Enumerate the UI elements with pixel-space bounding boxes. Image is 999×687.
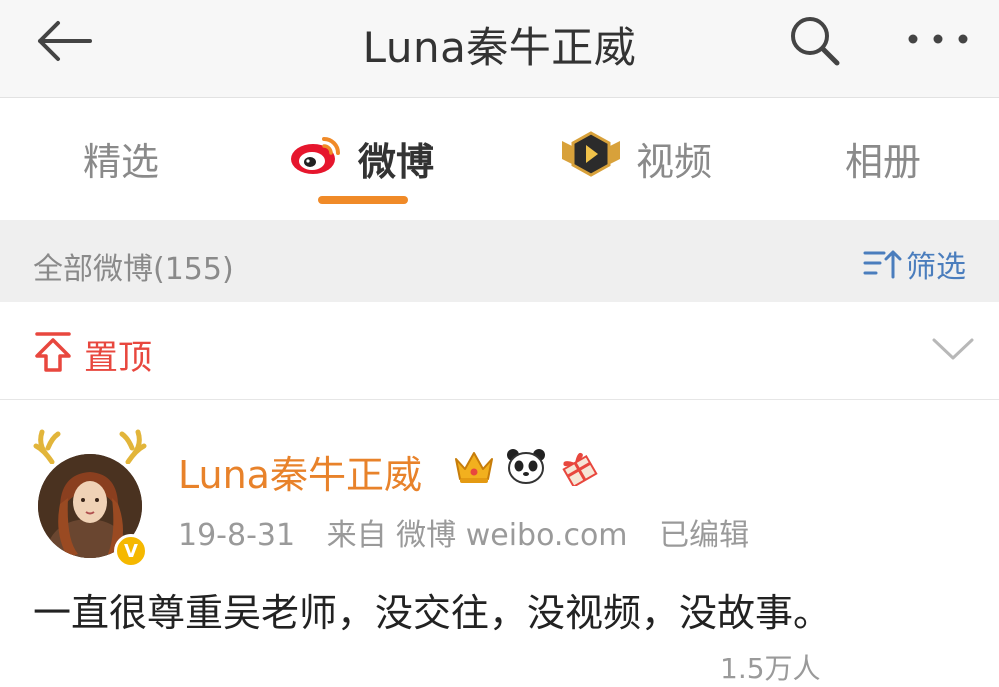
sort-filter-icon <box>863 250 902 279</box>
tab-label: 视频 <box>636 139 713 184</box>
pinned-label: 置顶 <box>84 338 152 378</box>
tab-label: 相册 <box>845 139 922 184</box>
tab-label: 微博 <box>358 139 435 184</box>
filter-bar: 全部微博(155) 筛选 <box>0 220 999 302</box>
tab-video[interactable]: 视频 <box>560 128 712 188</box>
author-name[interactable]: Luna秦牛正威 <box>178 444 422 499</box>
top-navbar: Luna秦牛正威 <box>0 0 999 98</box>
avatar-container[interactable]: V <box>30 424 150 568</box>
active-tab-indicator <box>318 196 408 204</box>
post-source[interactable]: 来自 微博 weibo.com <box>327 518 628 553</box>
post-count-label: 全部微博(155) <box>33 252 234 287</box>
tab-weibo[interactable]: 微博 <box>288 128 434 188</box>
weibo-logo-icon <box>288 131 344 186</box>
search-icon[interactable] <box>785 12 847 68</box>
tab-album[interactable]: 相册 <box>845 128 921 188</box>
weibo-post: V Luna秦牛正威 19-8-31 来自 微博 weibo.com 已编辑 一… <box>0 402 999 685</box>
page-title: Luna秦牛正威 <box>362 23 637 72</box>
gift-icon[interactable] <box>556 444 600 488</box>
more-icon[interactable] <box>903 14 973 64</box>
pin-top-icon <box>33 330 73 374</box>
panda-icon[interactable] <box>504 444 548 488</box>
user-badges <box>452 444 600 488</box>
video-badge-icon <box>560 129 622 188</box>
edited-label[interactable]: 已编辑 <box>659 518 749 553</box>
tab-featured[interactable]: 精选 <box>83 128 159 188</box>
chevron-down-icon[interactable] <box>930 334 976 364</box>
pinned-section[interactable]: 置顶 <box>0 302 999 400</box>
tab-label: 精选 <box>83 139 160 184</box>
profile-tabs: 精选 微博 视频 相册 <box>0 98 999 220</box>
crown-icon[interactable] <box>452 444 496 488</box>
post-footer-stats: 1.5万人 <box>720 652 821 685</box>
verified-badge-icon: V <box>114 534 148 568</box>
post-content[interactable]: 一直很尊重吴老师，没交往，没视频，没故事。 <box>33 582 831 637</box>
filter-button[interactable]: 筛选 <box>862 242 966 286</box>
post-date: 19-8-31 <box>178 518 296 553</box>
antler-ornament-icon <box>30 424 150 465</box>
post-meta: 19-8-31 来自 微博 weibo.com 已编辑 <box>178 510 771 554</box>
filter-label: 筛选 <box>906 250 966 285</box>
